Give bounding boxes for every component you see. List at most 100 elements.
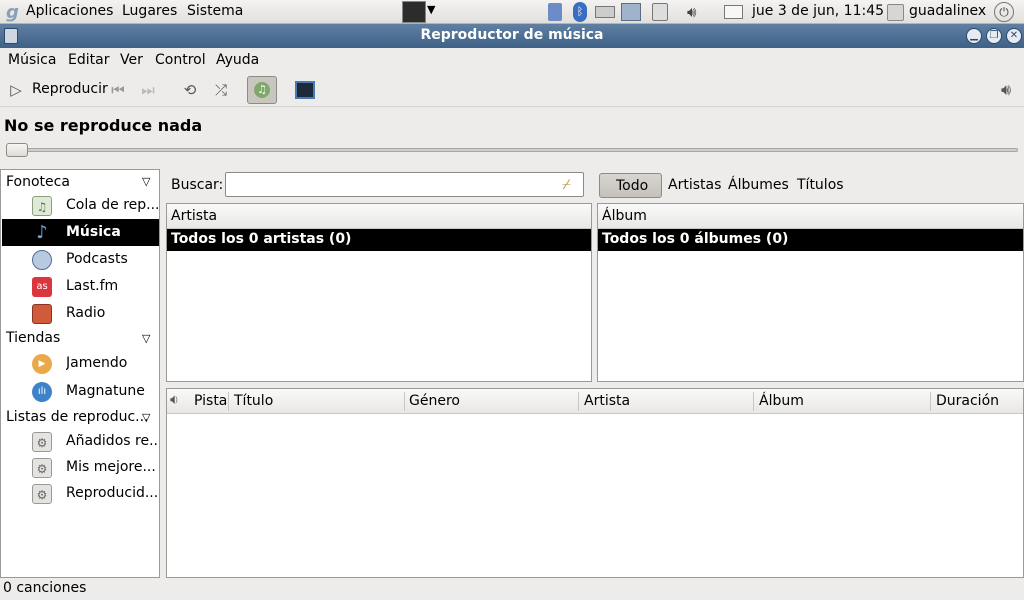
user-menu[interactable]: guadalinex — [909, 3, 986, 19]
artist-column-header[interactable]: Artista — [167, 204, 591, 229]
disk-icon[interactable] — [652, 3, 668, 21]
sidebar-item-jamendo[interactable]: ▶ Jamendo — [2, 350, 159, 377]
sidebar-item-label: Cola de rep... — [66, 197, 159, 213]
column-title[interactable]: Título — [234, 393, 273, 409]
gear-icon: ⚙ — [32, 432, 52, 452]
chevron-down-icon[interactable]: ▽ — [142, 411, 150, 424]
play-icon[interactable]: ▷ — [6, 81, 26, 99]
sidebar-item-label: Podcasts — [66, 251, 128, 267]
filter-artists[interactable]: Artistas — [668, 177, 721, 193]
menu-help[interactable]: Ayuda — [216, 52, 259, 68]
menubar: Música Editar Ver Control Ayuda — [0, 48, 1024, 73]
column-genre[interactable]: Género — [409, 393, 460, 409]
column-artist[interactable]: Artista — [584, 393, 630, 409]
next-icon[interactable]: ⏭ — [138, 81, 158, 99]
clock[interactable]: jue 3 de jun, 11:45 — [752, 3, 884, 19]
artist-row-all[interactable]: Todos los 0 artistas (0) — [167, 229, 591, 251]
jamendo-icon: ▶ — [32, 354, 52, 374]
gear-icon: ⚙ — [32, 484, 52, 504]
top-panel: g Aplicaciones Lugares Sistema ▼ ᛒ 🔊︎ ju… — [0, 0, 1024, 24]
sidebar-header-stores[interactable]: Tiendas — [6, 330, 60, 346]
menu-control[interactable]: Control — [155, 52, 206, 68]
sidebar-header-playlists[interactable]: Listas de reproduc... — [6, 409, 149, 425]
maximize-button[interactable]: ❐ — [986, 28, 1002, 44]
sidebar-item-radio[interactable]: Radio — [2, 300, 159, 327]
sidebar-item-magnatune[interactable]: ılı Magnatune — [2, 378, 159, 405]
album-row-all[interactable]: Todos los 0 álbumes (0) — [598, 229, 1023, 251]
search-input-wrapper: ⌿ — [225, 172, 584, 197]
chevron-down-icon[interactable]: ▽ — [142, 332, 150, 345]
column-divider — [753, 392, 754, 411]
sidebar: Fonoteca ▽ ♫ Cola de rep... ♪ Música Pod… — [0, 169, 160, 578]
bluetooth-icon[interactable]: ᛒ — [573, 2, 587, 22]
sidebar-item-label: Magnatune — [66, 383, 145, 399]
toolbar: ▷ Reproducir ⏮ ⏭ ⟲ ⤮ ♫ 🔊︎ — [0, 73, 1024, 107]
window-title: Reproductor de música — [420, 27, 604, 43]
filter-all-label: Todo — [616, 178, 649, 194]
volume-icon[interactable]: 🔊︎ — [996, 81, 1016, 99]
status-bar: 0 canciones — [0, 578, 1024, 600]
play-button[interactable]: Reproducir — [32, 81, 108, 97]
music-note-icon: ♪ — [36, 222, 48, 243]
minimize-button[interactable]: ▁ — [966, 28, 982, 44]
volume-icon[interactable]: 🔊︎ — [687, 3, 696, 21]
browse-toggle-button[interactable]: ♫ — [247, 76, 277, 104]
search-label: Buscar: — [171, 177, 224, 193]
sidebar-item-podcasts[interactable]: Podcasts — [2, 246, 159, 273]
sidebar-item-music[interactable]: ♪ Música — [2, 219, 159, 246]
seek-handle[interactable] — [6, 143, 28, 157]
shuffle-icon[interactable]: ⤮ — [211, 81, 231, 99]
magnatune-icon: ılı — [32, 382, 52, 402]
track-list: 🔉︎ Pista Título Género Artista Álbum Dur… — [166, 388, 1024, 578]
drive-icon[interactable] — [595, 6, 615, 18]
sidebar-item-top-rated[interactable]: ⚙ Mis mejore... — [2, 454, 159, 481]
applications-menu[interactable]: Aplicaciones — [26, 3, 113, 19]
now-playing-label: No se reproduce nada — [4, 116, 203, 135]
status-text: 0 canciones — [3, 580, 87, 596]
filter-all-button[interactable]: Todo — [599, 173, 662, 198]
column-divider — [228, 392, 229, 411]
sidebar-item-label: Música — [66, 224, 121, 240]
menu-edit[interactable]: Editar — [68, 52, 109, 68]
close-button[interactable]: ✕ — [1006, 28, 1022, 44]
sidebar-item-recently-played[interactable]: ⚙ Reproducid... — [2, 480, 159, 507]
column-duration[interactable]: Duración — [936, 393, 999, 409]
usb-icon[interactable] — [548, 3, 562, 21]
window-titlebar[interactable]: Reproductor de música ▁ ❐ ✕ — [0, 24, 1024, 48]
album-row-label: Todos los 0 álbumes (0) — [602, 231, 789, 247]
gear-icon: ⚙ — [32, 458, 52, 478]
visualization-icon[interactable] — [295, 81, 315, 99]
speaker-icon: 🔉︎ — [170, 392, 179, 408]
previous-icon[interactable]: ⏮ — [108, 81, 128, 99]
system-menu[interactable]: Sistema — [187, 3, 243, 19]
repeat-icon[interactable]: ⟲ — [180, 81, 200, 99]
artist-header-label: Artista — [171, 208, 218, 224]
menu-view[interactable]: Ver — [120, 52, 143, 68]
chevron-down-icon[interactable]: ▼ — [427, 3, 435, 16]
album-header-label: Álbum — [602, 208, 647, 224]
search-input[interactable] — [230, 176, 550, 194]
chevron-down-icon[interactable]: ▽ — [142, 175, 150, 188]
column-album[interactable]: Álbum — [759, 393, 804, 409]
shutdown-icon[interactable]: ⏻ — [994, 2, 1014, 22]
lastfm-icon: as — [32, 277, 52, 297]
network-icon[interactable] — [621, 3, 641, 21]
places-menu[interactable]: Lugares — [122, 3, 177, 19]
gnome-logo-icon[interactable]: g — [6, 2, 20, 23]
filter-albums[interactable]: Álbumes — [728, 177, 789, 193]
album-column-header[interactable]: Álbum — [598, 204, 1023, 229]
sidebar-item-queue[interactable]: ♫ Cola de rep... — [2, 192, 159, 219]
filter-titles[interactable]: Títulos — [797, 177, 844, 193]
seek-bar[interactable] — [6, 148, 1018, 152]
column-divider — [930, 392, 931, 411]
sidebar-item-label: Mis mejore... — [66, 459, 156, 475]
mail-icon[interactable] — [724, 5, 743, 19]
window-list-button[interactable] — [402, 1, 426, 23]
sidebar-item-label: Jamendo — [66, 355, 128, 371]
sidebar-item-recently-added[interactable]: ⚙ Añadidos re... — [2, 428, 159, 455]
clear-broom-icon[interactable]: ⌿ — [562, 175, 571, 193]
sidebar-header-library[interactable]: Fonoteca — [6, 174, 70, 190]
column-track[interactable]: Pista — [194, 393, 227, 409]
menu-music[interactable]: Música — [8, 52, 56, 68]
sidebar-item-lastfm[interactable]: as Last.fm — [2, 273, 159, 300]
